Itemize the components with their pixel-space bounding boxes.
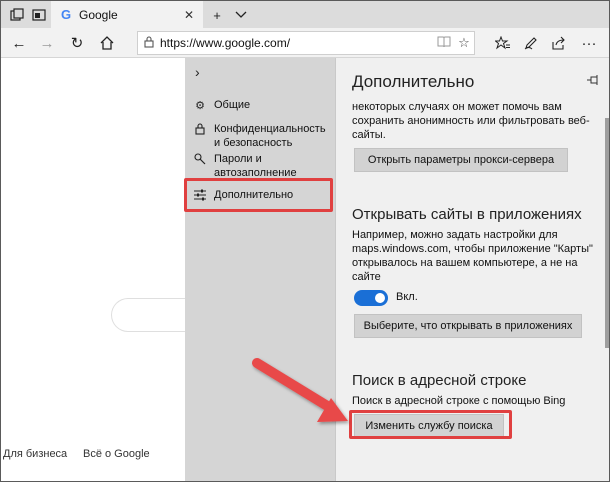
navigation-bar: ← → ↻ https://www.google.com/ ☆ ··· <box>1 28 609 58</box>
google-logo-icon: G <box>60 7 72 22</box>
tab-preview-icon[interactable] <box>29 5 49 25</box>
settings-nav-label: Общие <box>214 99 251 111</box>
tab-bar: G Google ✕ + <box>1 1 609 28</box>
forward-icon[interactable]: → <box>37 33 57 53</box>
search-description: Поиск в адресной строке с помощью Bing <box>352 395 566 407</box>
open-in-apps-toggle[interactable] <box>354 290 388 306</box>
new-tab-icon[interactable]: + <box>207 5 227 25</box>
search-section-title: Поиск в адресной строке <box>352 372 527 389</box>
chevron-down-icon[interactable] <box>231 5 251 25</box>
toggle-label: Вкл. <box>396 291 418 303</box>
settings-nav-item-privacy[interactable]: Конфиденциальность и безопасность <box>185 122 335 150</box>
settings-nav-item-general[interactable]: ⚙ Общие <box>185 98 335 112</box>
footer-link-business[interactable]: Для бизнеса <box>3 448 67 460</box>
back-icon[interactable]: ← <box>9 33 29 53</box>
gear-icon: ⚙ <box>195 100 205 112</box>
highlight-change-search <box>349 410 512 439</box>
lock-icon <box>144 35 154 51</box>
browser-window: G Google ✕ + ← → ↻ https://www.google.co… <box>0 0 610 482</box>
google-search-box[interactable] <box>111 298 191 332</box>
settings-nav-pane: › ⚙ Общие Конфиденциальность и безопасно… <box>185 58 335 481</box>
proxy-description: некоторых случаях он может помочь вам со… <box>352 101 590 141</box>
apps-section-title: Открывать сайты в приложениях <box>352 206 582 223</box>
key-icon <box>193 153 207 168</box>
tab-manager-icon[interactable] <box>7 5 27 25</box>
url-text: https://www.google.com/ <box>160 36 291 50</box>
home-icon[interactable] <box>97 33 117 53</box>
open-proxy-settings-button[interactable]: Открыть параметры прокси-сервера <box>354 148 568 172</box>
favorite-star-icon[interactable]: ☆ <box>454 35 474 51</box>
lock-icon <box>193 123 207 138</box>
share-icon[interactable] <box>549 33 569 53</box>
scrollbar[interactable] <box>605 118 609 348</box>
footer-link-about[interactable]: Всё о Google <box>83 448 150 460</box>
refresh-icon[interactable]: ↻ <box>67 33 87 53</box>
settings-nav-item-passwords[interactable]: Пароли и автозаполнение <box>185 152 335 180</box>
page-title: Дополнительно <box>352 72 475 91</box>
close-icon[interactable]: ✕ <box>179 8 199 22</box>
chevron-right-icon[interactable]: › <box>195 64 200 80</box>
web-page: Для бизнеса Всё о Google <box>1 58 191 481</box>
choose-apps-button[interactable]: Выберите, что открывать в приложениях <box>354 314 582 338</box>
tab-google[interactable]: G Google ✕ <box>51 1 203 28</box>
tab-title: Google <box>79 7 118 22</box>
address-bar[interactable]: https://www.google.com/ ☆ <box>137 31 475 55</box>
toggle-knob <box>375 293 385 303</box>
settings-nav-label: Конфиденциальность и безопасность <box>214 123 326 149</box>
favorites-hub-icon[interactable] <box>493 33 513 53</box>
pen-icon[interactable] <box>521 33 541 53</box>
settings-nav-label: Пароли и автозаполнение <box>214 153 297 179</box>
pin-icon[interactable] <box>587 74 599 88</box>
apps-description: Например, можно задать настройки для map… <box>352 229 593 283</box>
highlight-advanced <box>184 178 333 212</box>
more-menu-icon[interactable]: ··· <box>579 33 599 53</box>
reading-view-icon[interactable] <box>434 36 454 51</box>
